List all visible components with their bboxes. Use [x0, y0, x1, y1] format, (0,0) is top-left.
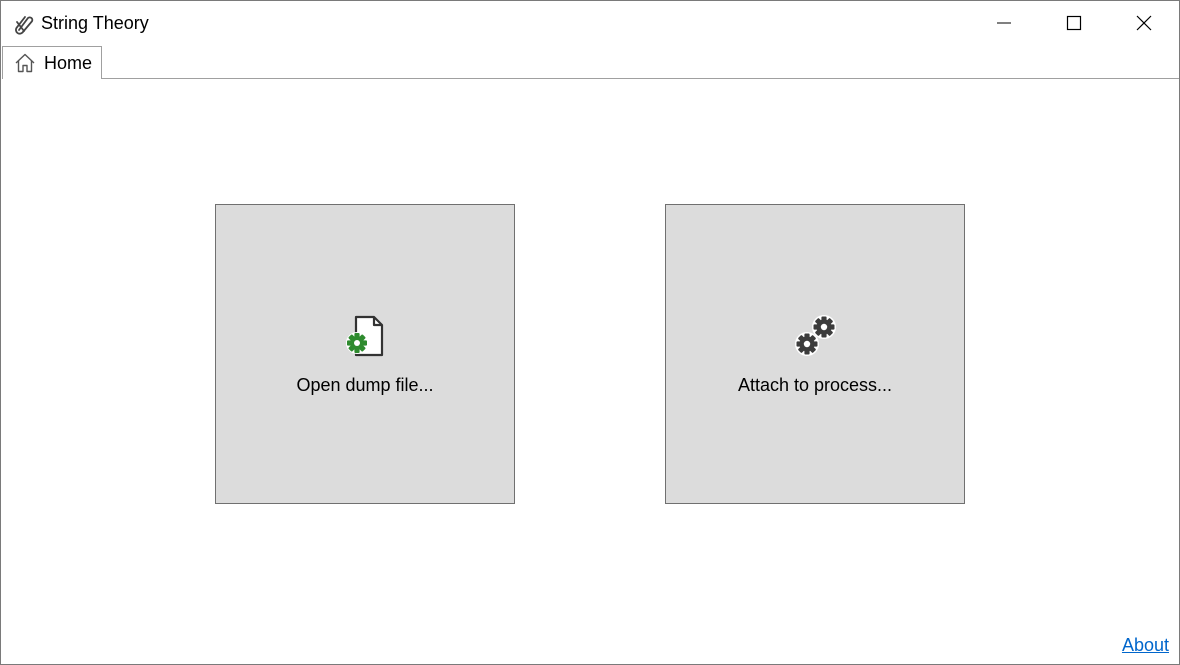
maximize-button[interactable] [1039, 1, 1109, 45]
minimize-button[interactable] [969, 1, 1039, 45]
maximize-icon [1066, 15, 1082, 31]
attach-to-process-label: Attach to process... [737, 375, 893, 395]
open-dump-file-button[interactable]: Open dump file... [215, 204, 515, 504]
title-bar[interactable]: String Theory [1, 1, 1179, 45]
paperclip-icon [13, 13, 35, 35]
close-icon [1136, 15, 1152, 31]
app-window: String Theory Home Open dump file... Att… [0, 0, 1180, 665]
document-gear-icon [341, 311, 391, 361]
tab-label: Home [44, 52, 93, 73]
about-link[interactable]: About [1122, 635, 1169, 656]
close-button[interactable] [1109, 1, 1179, 45]
home-content: Open dump file... Attach to process... A… [1, 79, 1179, 664]
gears-icon [791, 311, 841, 361]
home-icon [14, 52, 36, 74]
minimize-icon [996, 15, 1012, 31]
tab-home[interactable]: Home [2, 46, 102, 79]
tab-strip: Home [1, 45, 1179, 79]
window-title: String Theory [41, 13, 149, 33]
open-dump-file-label: Open dump file... [296, 375, 434, 395]
attach-to-process-button[interactable]: Attach to process... [665, 204, 965, 504]
